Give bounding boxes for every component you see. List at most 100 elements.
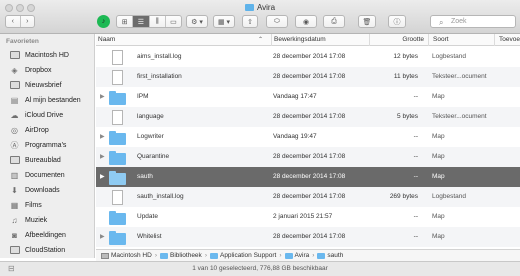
file-row[interactable]: ▶ Quarantine 28 december 2014 17:08 -- Map bbox=[96, 147, 520, 167]
sidebar: Favorieten Macintosh HD ◈ Dropbox Nieuwsb… bbox=[0, 34, 95, 258]
file-row[interactable]: ▶ sauth 28 december 2014 17:08 -- Map bbox=[96, 167, 520, 187]
file-name: Quarantine bbox=[137, 153, 170, 160]
get-info-button[interactable]: ⓘ bbox=[388, 15, 406, 28]
airdrop-icon: ◎ bbox=[11, 125, 18, 135]
disclosure-triangle-icon[interactable]: ▶ bbox=[100, 147, 108, 167]
path-item-bibliotheek[interactable]: Bibliotheek bbox=[160, 252, 202, 259]
column-view-button[interactable]: ⫼ bbox=[150, 16, 166, 27]
sidebar-item-all-files[interactable]: ▤ Al mijn bestanden bbox=[9, 94, 93, 106]
action-menu-button[interactable]: ⚙ ▾ bbox=[186, 15, 208, 28]
icon-view-button[interactable]: ⊞ bbox=[117, 16, 134, 27]
file-row[interactable]: ▶ IPM Vandaag 17:47 -- Map bbox=[96, 87, 520, 107]
file-row[interactable]: aims_install.log 28 december 2014 17:08 12… bbox=[96, 47, 520, 67]
back-button[interactable]: ‹ bbox=[6, 16, 21, 27]
file-row[interactable]: Update 2 januari 2015 21:57 -- Map bbox=[96, 207, 520, 227]
disclosure-triangle-icon[interactable]: ▶ bbox=[100, 87, 108, 107]
connect-server-button[interactable]: ⎙ bbox=[323, 15, 345, 28]
search-field[interactable]: ⌕ Zoek bbox=[430, 15, 516, 28]
disclosure-triangle-icon bbox=[100, 67, 108, 87]
file-modified-date: Vandaag 17:47 bbox=[273, 93, 317, 100]
sidebar-item-cloudstation[interactable]: CloudStation bbox=[9, 244, 93, 256]
file-list: Naam ⌃ Bewerkingsdatum Grootte Soort Toe… bbox=[96, 34, 520, 249]
sidebar-item-label: Bureaublad bbox=[25, 156, 61, 164]
coverflow-view-button[interactable]: ▭ bbox=[166, 16, 181, 27]
music-icon: ♫ bbox=[11, 215, 18, 225]
file-kind: Teksteer...ocument bbox=[432, 73, 487, 80]
column-header-size[interactable]: Grootte bbox=[369, 34, 428, 46]
dropbox-icon: ◈ bbox=[11, 65, 18, 75]
folder-icon bbox=[209, 252, 218, 259]
path-bar: Macintosh HD › Bibliotheek › Application… bbox=[96, 249, 520, 261]
file-row[interactable]: language 28 december 2014 17:08 5 bytes Tek… bbox=[96, 107, 520, 127]
sidebar-item-music[interactable]: ♫ Muziek bbox=[9, 214, 93, 226]
disclosure-triangle-icon bbox=[100, 47, 108, 67]
file-row[interactable]: first_installation 28 december 2014 17:08… bbox=[96, 67, 520, 87]
sidebar-item-movies[interactable]: ▦ Films bbox=[9, 199, 93, 211]
document-icon bbox=[108, 189, 127, 205]
list-view-button[interactable]: ☰ bbox=[133, 16, 150, 27]
folder-icon bbox=[108, 89, 127, 105]
path-separator-icon: › bbox=[312, 252, 315, 259]
file-size: 11 bytes bbox=[393, 73, 418, 80]
sidebar-item-icloud-drive[interactable]: ☁ iCloud Drive bbox=[9, 109, 93, 121]
sidebar-item-label: Nieuwsbrief bbox=[25, 81, 62, 89]
sidebar-item-nieuwsbrief[interactable]: Nieuwsbrief bbox=[9, 79, 93, 91]
file-added-date bbox=[496, 127, 520, 147]
quick-look-button[interactable]: ◉ bbox=[295, 15, 317, 28]
applications-icon: Ⓐ bbox=[10, 140, 19, 150]
tag-button[interactable]: ⬭ bbox=[266, 15, 288, 28]
sidebar-item-label: Macintosh HD bbox=[25, 51, 69, 59]
file-added-date bbox=[496, 207, 520, 227]
sidebar-item-desktop[interactable]: Bureaublad bbox=[9, 154, 93, 166]
sidebar-item-label: Documenten bbox=[25, 171, 65, 179]
search-placeholder: Zoek bbox=[451, 18, 467, 25]
path-separator-icon: › bbox=[279, 252, 282, 259]
share-button[interactable]: ⇧ bbox=[242, 15, 258, 28]
file-added-date bbox=[496, 107, 520, 127]
title-bar: Avira ‹ › ♪ ⊞ ☰ ⫼ ▭ ⚙ ▾ ▦ ▾ ⇧ ⬭ ◉ ⎙ 🗑 ⓘ … bbox=[0, 0, 520, 34]
view-mode-segmented-control: ⊞ ☰ ⫼ ▭ bbox=[116, 15, 182, 28]
path-item-label: Bibliotheek bbox=[170, 252, 202, 259]
file-row[interactable]: sauth_install.log 28 december 2014 17:08 2… bbox=[96, 187, 520, 207]
path-separator-icon: › bbox=[154, 252, 157, 259]
path-item-sauth[interactable]: sauth bbox=[317, 252, 343, 259]
sidebar-item-documents[interactable]: ▥ Documenten bbox=[9, 169, 93, 181]
disclosure-triangle-icon[interactable]: ▶ bbox=[100, 227, 108, 247]
forward-button[interactable]: › bbox=[21, 16, 35, 27]
file-modified-date: 28 december 2014 17:08 bbox=[273, 53, 346, 60]
file-modified-date: 2 januari 2015 21:57 bbox=[273, 213, 333, 220]
path-item-avira[interactable]: Avira bbox=[284, 252, 309, 259]
sidebar-item-downloads[interactable]: ⬇ Downloads bbox=[9, 184, 93, 196]
sidebar-item-macintosh-hd[interactable]: Macintosh HD bbox=[9, 49, 93, 61]
sidebar-item-pictures[interactable]: ◙ Afbeeldingen bbox=[9, 229, 93, 241]
path-separator-icon: › bbox=[204, 252, 207, 259]
pictures-icon: ◙ bbox=[12, 230, 17, 240]
file-row[interactable]: ▶ Logwriter Vandaag 19:47 -- Map bbox=[96, 127, 520, 147]
file-size: -- bbox=[413, 173, 418, 180]
column-header-date[interactable]: Bewerkingsdatum bbox=[271, 34, 369, 46]
sidebar-item-label: Downloads bbox=[25, 186, 60, 194]
path-item-label: sauth bbox=[327, 252, 344, 259]
column-header-name[interactable]: Naam bbox=[96, 34, 273, 46]
path-item-application-support[interactable]: Application Support bbox=[209, 252, 276, 259]
folder-icon bbox=[108, 169, 127, 185]
file-name: Update bbox=[137, 213, 158, 220]
trash-button[interactable]: 🗑 bbox=[358, 15, 376, 28]
file-modified-date: 28 december 2014 17:08 bbox=[273, 153, 346, 160]
sidebar-item-airdrop[interactable]: ◎ AirDrop bbox=[9, 124, 93, 136]
window-title-text: Avira bbox=[256, 3, 276, 12]
folder-icon bbox=[108, 149, 127, 165]
sidebar-item-dropbox[interactable]: ◈ Dropbox bbox=[9, 64, 93, 76]
column-header-added[interactable]: Toevoe bbox=[494, 34, 520, 46]
disclosure-triangle-icon[interactable]: ▶ bbox=[100, 167, 108, 187]
path-item-macintosh-hd[interactable]: Macintosh HD bbox=[101, 252, 152, 259]
file-row[interactable]: ▶ Whitelist 28 december 2014 17:08 -- Map bbox=[96, 227, 520, 247]
file-added-date bbox=[496, 227, 520, 247]
disclosure-triangle-icon[interactable]: ▶ bbox=[100, 127, 108, 147]
status-bar: ⊟ 1 van 10 geselecteerd, 776,88 GB besch… bbox=[0, 261, 520, 276]
spotify-icon[interactable]: ♪ bbox=[97, 15, 110, 28]
file-name: Whitelist bbox=[137, 233, 162, 240]
arrange-menu-button[interactable]: ▦ ▾ bbox=[213, 15, 235, 28]
sidebar-item-applications[interactable]: Ⓐ Programma's bbox=[9, 139, 93, 151]
column-header-kind[interactable]: Soort bbox=[428, 34, 494, 46]
